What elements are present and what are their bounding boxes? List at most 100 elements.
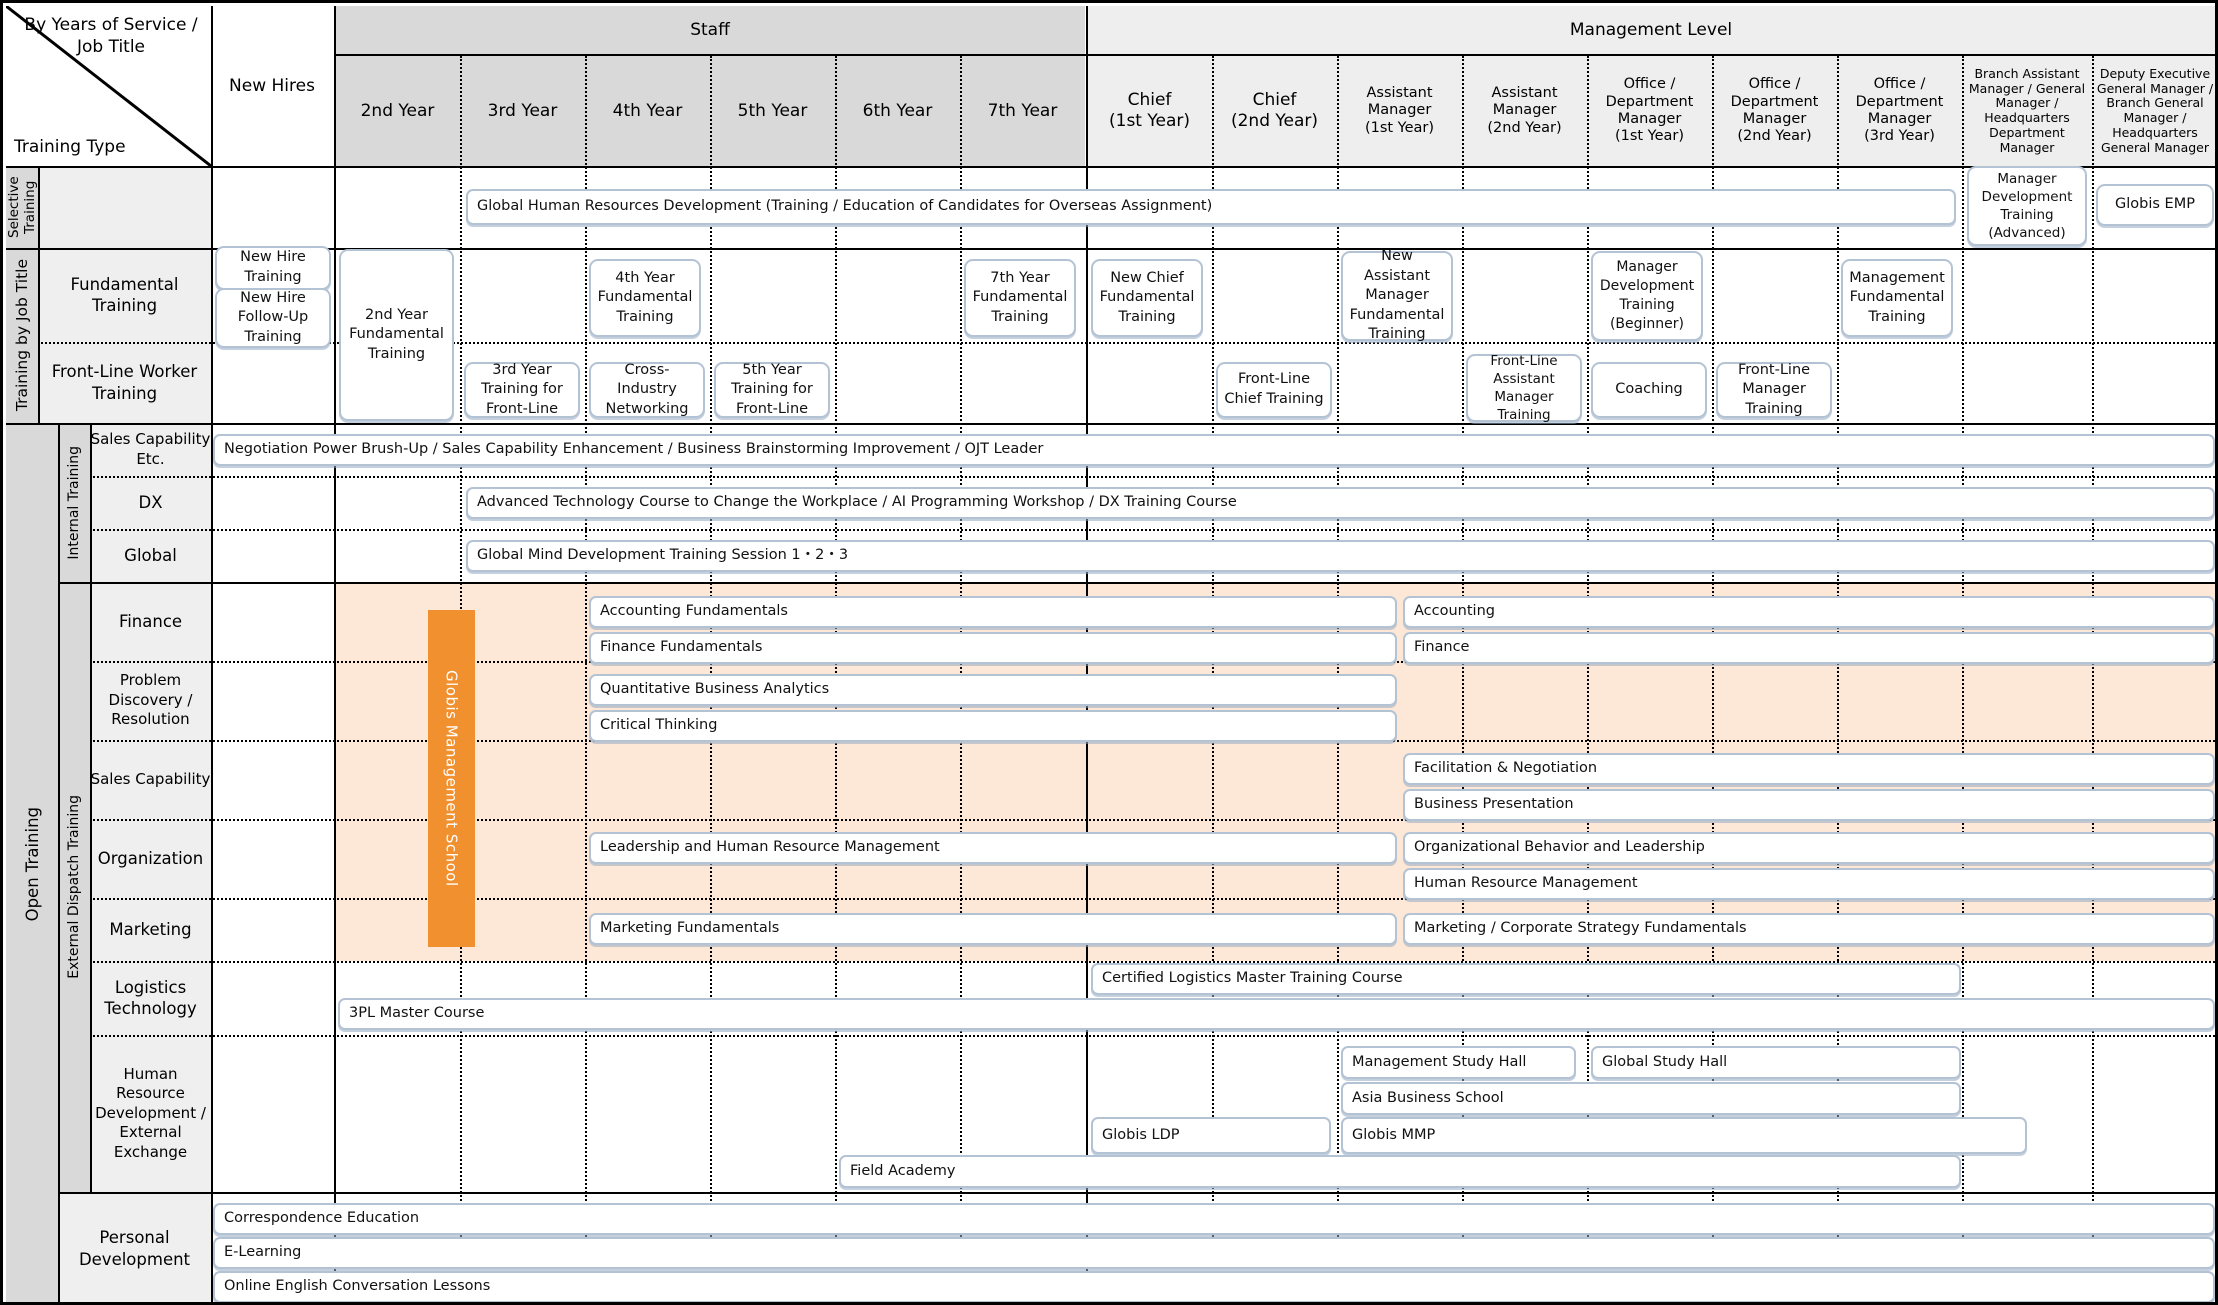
program-manager-development-training-beginner[interactable]: Manager Development Training (Beginner) bbox=[1591, 251, 1703, 341]
program-online-english-conversation-lessons[interactable]: Online English Conversation Lessons bbox=[213, 1271, 2215, 1302]
column-header-branch-assistant-manager: Branch Assistant Manager / General Manag… bbox=[1962, 56, 2092, 166]
program-global-mind-development-training[interactable]: Global Mind Development Training Session… bbox=[466, 540, 2215, 572]
program-critical-thinking[interactable]: Critical Thinking bbox=[589, 710, 1397, 742]
column-header-staff-7th-year: 7th Year bbox=[960, 56, 1085, 166]
program-leadership-and-human-resource-management[interactable]: Leadership and Human Resource Management bbox=[589, 832, 1397, 864]
grid-line-vertical-internal-label-right bbox=[90, 423, 92, 1192]
column-header-staff-6th-year: 6th Year bbox=[835, 56, 960, 166]
row-group-label-internal-training: Internal Training bbox=[58, 423, 90, 582]
row-group-label-training-by-job-title: Training by Job Title bbox=[6, 248, 38, 423]
row-label-organization: Organization bbox=[90, 819, 211, 898]
program-accounting[interactable]: Accounting bbox=[1403, 596, 2215, 628]
program-marketing-fundamentals[interactable]: Marketing Fundamentals bbox=[589, 913, 1397, 945]
column-group-header-management-level: Management Level bbox=[1087, 6, 2215, 54]
program-globis-management-school-label: Globis Management School bbox=[442, 670, 461, 887]
column-header-chief-2nd-year: Chief (2nd Year) bbox=[1212, 56, 1337, 166]
program-human-resource-management[interactable]: Human Resource Management bbox=[1403, 868, 2215, 900]
program-business-presentation[interactable]: Business Presentation bbox=[1403, 789, 2215, 821]
program-advanced-technology-course[interactable]: Advanced Technology Course to Change the… bbox=[466, 487, 2215, 519]
program-5th-year-training-for-front-line[interactable]: 5th Year Training for Front-Line bbox=[714, 362, 830, 418]
program-front-line-chief-training[interactable]: Front-Line Chief Training bbox=[1216, 362, 1332, 418]
training-matrix-diagram: By Years of Service / Job Title Training… bbox=[0, 0, 2218, 1305]
row-label-global: Global bbox=[90, 529, 211, 582]
column-header-staff-3rd-year: 3rd Year bbox=[460, 56, 585, 166]
column-header-staff-5th-year: 5th Year bbox=[710, 56, 835, 166]
row-group-label-external-dispatch-training: External Dispatch Training bbox=[58, 582, 90, 1192]
program-globis-management-school[interactable]: Globis Management School bbox=[428, 610, 475, 947]
row-group-label-training-by-job-title-text: Training by Job Title bbox=[13, 259, 31, 412]
row-label-sales-capability: Sales Capability bbox=[90, 740, 211, 819]
grid-line-dotted-salescap-bottom bbox=[90, 476, 2215, 478]
program-certified-logistics-master-training-course[interactable]: Certified Logistics Master Training Cour… bbox=[1091, 963, 1961, 995]
program-accounting-fundamentals[interactable]: Accounting Fundamentals bbox=[589, 596, 1397, 628]
grid-line-horizontal-header-bottom bbox=[6, 166, 2215, 168]
program-finance-course[interactable]: Finance bbox=[1403, 632, 2215, 664]
program-organizational-behavior-and-leadership[interactable]: Organizational Behavior and Leadership bbox=[1403, 832, 2215, 864]
grid-line-vertical-opentraining-right bbox=[58, 423, 60, 1302]
program-globis-mmp[interactable]: Globis MMP bbox=[1341, 1117, 2027, 1154]
row-label-dx: DX bbox=[90, 476, 211, 529]
grid-line-horizontal-header-mid bbox=[335, 54, 2215, 56]
program-new-hire-training[interactable]: New Hire Training bbox=[215, 246, 331, 290]
program-marketing-corporate-strategy-fundamentals[interactable]: Marketing / Corporate Strategy Fundament… bbox=[1403, 913, 2215, 945]
row-label-problem-discovery-resolution: Problem Discovery / Resolution bbox=[90, 661, 211, 740]
program-management-study-hall[interactable]: Management Study Hall bbox=[1341, 1046, 1576, 1079]
grid-line-horizontal-internal-bottom bbox=[58, 582, 2215, 584]
column-header-assistant-manager-2nd-year: Assistant Manager (2nd Year) bbox=[1462, 56, 1587, 166]
program-quantitative-business-analytics[interactable]: Quantitative Business Analytics bbox=[589, 674, 1397, 706]
program-coaching[interactable]: Coaching bbox=[1591, 362, 1707, 418]
grid-line-dotted-staff-4th bbox=[585, 56, 587, 1302]
column-header-staff-4th-year: 4th Year bbox=[585, 56, 710, 166]
row-label-front-line-worker-training: Front-Line Worker Training bbox=[38, 342, 211, 423]
program-cross-industry-networking[interactable]: Cross-Industry Networking bbox=[589, 362, 705, 418]
row-label-fundamental-training: Fundamental Training bbox=[38, 248, 211, 342]
grid-line-vertical-rowlabel-left bbox=[38, 166, 40, 423]
column-header-office-department-manager-3rd-year: Office / Department Manager (3rd Year) bbox=[1837, 56, 1962, 166]
grid-line-dotted-mgmt-deputy bbox=[2092, 56, 2094, 1302]
column-group-header-staff: Staff bbox=[335, 6, 1085, 54]
row-group-label-internal-training-text: Internal Training bbox=[66, 445, 82, 560]
column-header-office-department-manager-1st-year: Office / Department Manager (1st Year) bbox=[1587, 56, 1712, 166]
row-group-label-open-training-text: Open Training bbox=[22, 806, 42, 922]
grid-line-vertical-newhires-left bbox=[211, 6, 213, 1302]
program-correspondence-education[interactable]: Correspondence Education bbox=[213, 1203, 2215, 1235]
program-finance-fundamentals[interactable]: Finance Fundamentals bbox=[589, 632, 1397, 664]
row-group-label-selective-training-text: Selective Training bbox=[6, 176, 38, 238]
program-global-study-hall[interactable]: Global Study Hall bbox=[1591, 1046, 1961, 1079]
row-group-label-external-dispatch-training-text: External Dispatch Training bbox=[66, 795, 82, 979]
program-new-chief-fundamental-training[interactable]: New Chief Fundamental Training bbox=[1091, 259, 1203, 337]
column-header-chief-1st-year: Chief (1st Year) bbox=[1087, 56, 1212, 166]
program-front-line-manager-training[interactable]: Front-Line Manager Training bbox=[1716, 362, 1832, 418]
program-manager-development-training-advanced[interactable]: Manager Development Training (Advanced) bbox=[1967, 166, 2087, 246]
program-e-learning[interactable]: E-Learning bbox=[213, 1237, 2215, 1269]
program-3rd-year-training-for-front-line[interactable]: 3rd Year Training for Front-Line bbox=[464, 362, 580, 418]
program-asia-business-school[interactable]: Asia Business School bbox=[1341, 1082, 1961, 1115]
row-label-finance: Finance bbox=[90, 582, 211, 661]
row-group-label-open-training: Open Training bbox=[6, 423, 58, 1302]
grid-line-vertical-staff-left bbox=[334, 6, 336, 1302]
program-management-fundamental-training[interactable]: Management Fundamental Training bbox=[1841, 259, 1953, 337]
program-globis-ldp[interactable]: Globis LDP bbox=[1091, 1117, 1331, 1154]
program-front-line-assistant-manager-training[interactable]: Front-Line Assistant Manager Training bbox=[1466, 353, 1582, 423]
program-new-hire-follow-up-training[interactable]: New Hire Follow-Up Training bbox=[215, 288, 331, 348]
program-globis-emp[interactable]: Globis EMP bbox=[2096, 184, 2214, 226]
program-3pl-master-course[interactable]: 3PL Master Course bbox=[338, 998, 2215, 1030]
row-label-sales-capability-etc: Sales Capability Etc. bbox=[90, 423, 211, 476]
row-label-logistics-technology: Logistics Technology bbox=[90, 961, 211, 1035]
row-label-personal-development: Personal Development bbox=[58, 1192, 211, 1302]
column-header-staff-2nd-year: 2nd Year bbox=[335, 56, 460, 166]
grid-line-dotted-logistics-bottom bbox=[90, 1035, 2215, 1037]
program-new-assistant-manager-fundamental-training[interactable]: New Assistant Manager Fundamental Traini… bbox=[1341, 248, 1453, 342]
column-header-assistant-manager-1st-year: Assistant Manager (1st Year) bbox=[1337, 56, 1462, 166]
corner-column-axis-label: By Years of Service / Job Title bbox=[24, 15, 198, 58]
grid-line-horizontal-external-bottom bbox=[58, 1192, 2215, 1194]
program-facilitation-negotiation[interactable]: Facilitation & Negotiation bbox=[1403, 753, 2215, 785]
program-4th-year-fundamental-training[interactable]: 4th Year Fundamental Training bbox=[589, 259, 701, 337]
program-7th-year-fundamental-training[interactable]: 7th Year Fundamental Training bbox=[964, 259, 1076, 337]
program-negotiation-power-brush-up[interactable]: Negotiation Power Brush-Up / Sales Capab… bbox=[213, 434, 2215, 466]
program-field-academy[interactable]: Field Academy bbox=[839, 1155, 1961, 1188]
column-header-deputy-executive-general-manager: Deputy Executive General Manager / Branc… bbox=[2092, 56, 2215, 166]
program-2nd-year-fundamental-training[interactable]: 2nd Year Fundamental Training bbox=[339, 249, 454, 421]
program-global-hr-development[interactable]: Global Human Resources Development (Trai… bbox=[466, 189, 1956, 225]
corner-row-axis-label: Training Type bbox=[14, 136, 126, 157]
